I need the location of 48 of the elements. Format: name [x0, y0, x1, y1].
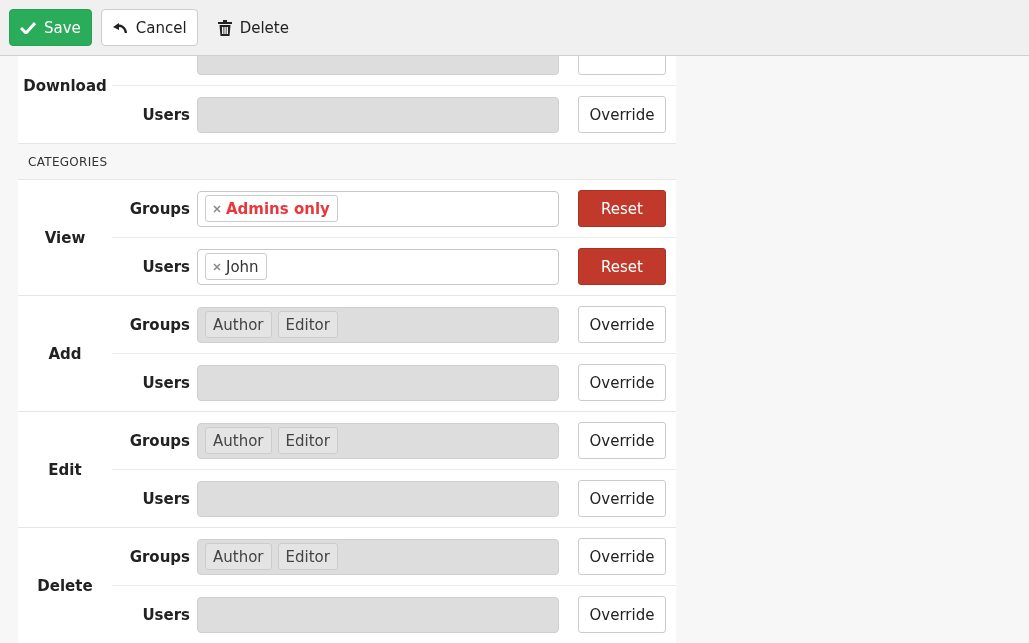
row-label: Users	[141, 105, 190, 124]
override-button[interactable]: Override	[578, 596, 666, 633]
trash-icon	[217, 19, 232, 36]
permission-name: Download	[23, 76, 107, 95]
empty-field[interactable]	[197, 480, 559, 517]
tag: John	[205, 253, 267, 280]
tag: Editor	[277, 427, 338, 454]
reset-button[interactable]: Reset	[578, 190, 666, 227]
tag-field[interactable]: Admins only	[197, 190, 559, 227]
tag: Author	[205, 311, 272, 338]
row-label: Users	[141, 489, 190, 508]
cancel-button[interactable]: Cancel	[100, 9, 198, 46]
tag-field[interactable]: Author Editor	[197, 306, 559, 343]
override-button[interactable]: Override	[578, 480, 666, 517]
permission-name: Add	[48, 344, 82, 363]
check-icon	[20, 21, 36, 34]
row-label: Groups	[128, 431, 190, 450]
row-label: Groups	[128, 315, 190, 334]
tag: Editor	[277, 311, 338, 338]
row-label: Users	[141, 373, 190, 392]
remove-icon[interactable]	[213, 262, 221, 271]
row-label: Groups	[128, 547, 190, 566]
empty-field[interactable]	[197, 364, 559, 401]
tag: Author	[205, 543, 272, 570]
empty-field[interactable]	[197, 96, 559, 133]
tag-field[interactable]: John	[197, 248, 559, 285]
row-label: Users	[141, 605, 190, 624]
tag: Editor	[277, 543, 338, 570]
permission-name: Delete	[37, 576, 93, 595]
delete-button[interactable]: Delete	[206, 9, 300, 46]
remove-icon[interactable]	[213, 204, 221, 213]
undo-icon	[111, 20, 128, 35]
row-label: Users	[141, 257, 190, 276]
override-button[interactable]: Override	[578, 96, 666, 133]
reset-button[interactable]: Reset	[578, 248, 666, 285]
tag: Author	[205, 427, 272, 454]
permission-name: View	[44, 228, 86, 247]
override-button[interactable]: Override	[578, 306, 666, 343]
row-label: Groups	[128, 199, 190, 218]
override-button[interactable]: Override	[578, 364, 666, 401]
override-button[interactable]: Override	[578, 422, 666, 459]
empty-field[interactable]	[197, 596, 559, 633]
override-button[interactable]: Override	[578, 538, 666, 575]
section-title: CATEGORIES	[28, 154, 108, 169]
tag-field[interactable]: Author Editor	[197, 422, 559, 459]
tag-field[interactable]: Author Editor	[197, 538, 559, 575]
permission-name: Edit	[48, 460, 82, 479]
tag: Admins only	[205, 195, 338, 222]
